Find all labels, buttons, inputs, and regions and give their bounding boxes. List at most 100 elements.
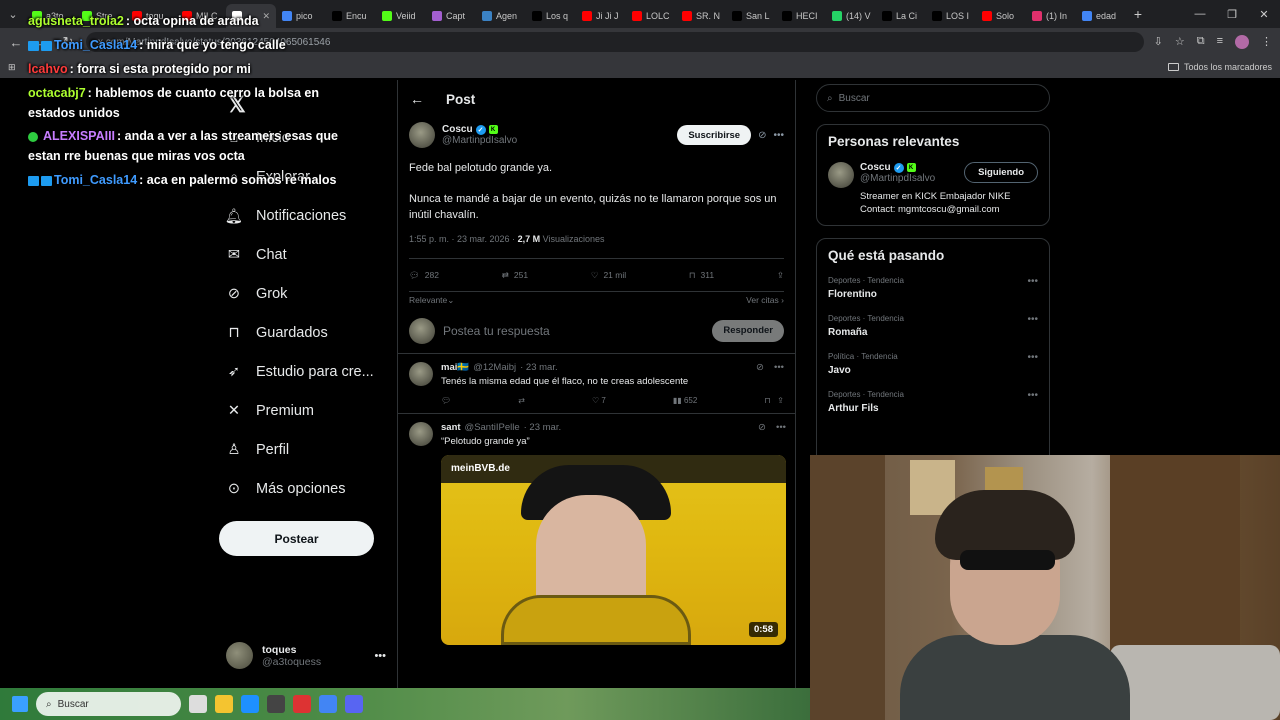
more-dots-icon[interactable]: ••• — [773, 130, 784, 141]
nav-item-chat[interactable]: ✉ Chat — [226, 247, 287, 263]
media-icon[interactable]: ≡ — [1217, 35, 1223, 49]
reply-avatar[interactable] — [409, 362, 433, 386]
nav-item-más-opciones[interactable]: ⊙ Más opciones — [226, 481, 346, 497]
browser-tab[interactable]: (1) In — [1026, 4, 1076, 28]
author-handle[interactable]: @MartinpdIsalvo — [442, 135, 517, 146]
file-explorer-icon[interactable] — [215, 695, 233, 713]
browser-tab[interactable]: LOLC — [626, 4, 676, 28]
reply-avatar[interactable] — [409, 422, 433, 446]
post-button[interactable]: Postear — [219, 521, 374, 556]
post-timestamp[interactable]: 1:55 p. m. · 23 mar. 2026 · — [409, 234, 515, 244]
browser-tab[interactable]: HECI — [776, 4, 826, 28]
more-dots-icon[interactable]: ••• — [1027, 314, 1038, 338]
star-icon[interactable]: ☆ — [1175, 35, 1185, 49]
like-action[interactable]: ♡ 21 mil — [591, 270, 626, 281]
all-bookmarks-button[interactable]: Todos los marcadores — [1167, 62, 1272, 72]
browser-tab[interactable]: Veiid — [376, 4, 426, 28]
browser-tab[interactable]: Ji Ji J — [576, 4, 626, 28]
share-action[interactable]: ⇪ — [777, 270, 784, 281]
discord-icon[interactable] — [345, 695, 363, 713]
sort-dropdown[interactable]: Relevante⌄ — [409, 295, 454, 306]
extensions-icon[interactable]: ⧉ — [1197, 35, 1205, 49]
browser-tab[interactable]: edad — [1076, 4, 1126, 28]
browser-tab[interactable]: San L — [726, 4, 776, 28]
nav-item-guardados[interactable]: ⊓ Guardados — [226, 325, 327, 341]
profile-avatar[interactable] — [1235, 35, 1249, 49]
relevant-person[interactable]: Coscu ✓ K @MartinpdIsalvo Siguiendo — [828, 162, 1038, 188]
taskbar-search[interactable]: ⌕ Buscar — [36, 692, 181, 716]
browser-tab[interactable]: SR. N — [676, 4, 726, 28]
reply-date[interactable]: · 23 mar. — [520, 362, 558, 373]
nav-item-perfil[interactable]: ♙ Perfil — [226, 442, 290, 458]
grok-icon[interactable]: ⊘ — [756, 362, 764, 373]
bookmark-icon[interactable]: ⊓ ⇪ — [764, 396, 784, 405]
install-icon[interactable]: ⇩ — [1154, 35, 1163, 49]
comment-icon[interactable]: 💬︎ — [441, 396, 451, 405]
browser-tab[interactable]: Capt — [426, 4, 476, 28]
more-dots-icon[interactable]: ••• — [374, 650, 386, 662]
reply-action[interactable]: 💬︎ 282 — [409, 270, 439, 281]
windows-start-icon[interactable] — [12, 696, 28, 712]
nav-item-notificaciones[interactable]: 🔔︎ Notificaciones — [225, 208, 346, 225]
more-dots-icon[interactable]: ••• — [776, 422, 786, 433]
kebab-menu-icon[interactable]: ⋮ — [1261, 35, 1272, 49]
views-action[interactable]: ▮▮ 652 — [673, 396, 697, 405]
grok-icon[interactable]: ⊘ — [758, 422, 766, 433]
nav-item-premium[interactable]: ✕ Premium — [226, 403, 314, 419]
trend-item[interactable]: Deportes · Tendencia Florentino ••• — [828, 276, 1038, 300]
video-player[interactable]: meinBVB.de 0:58 — [441, 455, 786, 645]
subscribe-button[interactable]: Suscribirse — [677, 125, 752, 145]
tab-search-button[interactable]: ⌄ — [0, 0, 26, 28]
more-dots-icon[interactable]: ••• — [1027, 276, 1038, 300]
search-input[interactable]: ⌕ Buscar — [816, 84, 1050, 112]
browser-tab[interactable]: Agen — [476, 4, 526, 28]
nav-item-grok[interactable]: ⊘ Grok — [226, 286, 288, 302]
view-quotes-link[interactable]: Ver citas › — [746, 295, 784, 305]
like-action[interactable]: ♡ 7 — [592, 396, 606, 405]
maximize-button[interactable]: ❐ — [1216, 8, 1248, 21]
back-arrow-icon[interactable]: ← — [410, 91, 424, 107]
back-arrow-icon[interactable]: ← — [8, 35, 24, 50]
author-avatar[interactable] — [409, 122, 435, 148]
more-dots-icon[interactable]: ••• — [1027, 390, 1038, 414]
following-button[interactable]: Siguiendo — [964, 162, 1038, 183]
reply-button[interactable]: Responder — [712, 319, 784, 342]
repost-action[interactable]: ⇄ 251 — [502, 270, 528, 281]
close-window-button[interactable]: ✕ — [1248, 8, 1280, 21]
reply-author-handle[interactable]: @SantiIPelle — [465, 422, 520, 433]
bookmark-action[interactable]: ⊓ 311 — [689, 270, 714, 281]
reply-date[interactable]: · 23 mar. — [524, 422, 562, 433]
person-avatar[interactable] — [828, 162, 854, 188]
edge-icon[interactable] — [241, 695, 259, 713]
trend-item[interactable]: Deportes · Tendencia Romaña ••• — [828, 314, 1038, 338]
app-icon[interactable] — [293, 695, 311, 713]
browser-tab[interactable]: Solo — [976, 4, 1026, 28]
reply-input[interactable]: Postea tu respuesta — [443, 324, 550, 338]
trend-item[interactable]: Política · Tendencia Javo ••• — [828, 352, 1038, 376]
chrome-icon[interactable] — [319, 695, 337, 713]
browser-tab[interactable]: Encu — [326, 4, 376, 28]
browser-tab[interactable]: (14) V — [826, 4, 876, 28]
app-icon[interactable] — [267, 695, 285, 713]
apps-grid-icon[interactable]: ⊞ — [8, 62, 22, 73]
trend-item[interactable]: Deportes · Tendencia Arthur Fils ••• — [828, 390, 1038, 414]
close-tab-icon[interactable]: ✕ — [262, 11, 270, 22]
author-name-row[interactable]: Coscu ✓ K — [442, 124, 517, 135]
browser-tab[interactable]: Los q — [526, 4, 576, 28]
reply-author-name[interactable]: mai🇸🇪 — [441, 362, 469, 373]
grok-icon[interactable]: ⊘ — [758, 130, 766, 141]
minimize-button[interactable]: — — [1184, 8, 1216, 21]
browser-tab[interactable]: La Ci — [876, 4, 926, 28]
repost-icon[interactable]: ⇄ — [518, 396, 525, 405]
nav-item-estudio-para-cre-[interactable]: ➶ Estudio para cre... — [226, 364, 374, 380]
reply-item[interactable]: sant @SantiIPelle · 23 mar. ⊘ ••• “Pelotu… — [398, 414, 795, 645]
browser-tab[interactable]: LOS I — [926, 4, 976, 28]
more-dots-icon[interactable]: ••• — [1027, 352, 1038, 376]
reply-item[interactable]: mai🇸🇪 @12Maibj · 23 mar. ⊘ ••• Tenés la m… — [398, 354, 795, 414]
account-switcher[interactable]: toques @a3toquess ••• — [226, 642, 386, 669]
reply-author-handle[interactable]: @12Maibj — [473, 362, 516, 373]
taskview-icon[interactable] — [189, 695, 207, 713]
browser-tab[interactable]: pico — [276, 4, 326, 28]
new-tab-button[interactable]: + — [1126, 6, 1150, 22]
more-dots-icon[interactable]: ••• — [774, 362, 784, 373]
